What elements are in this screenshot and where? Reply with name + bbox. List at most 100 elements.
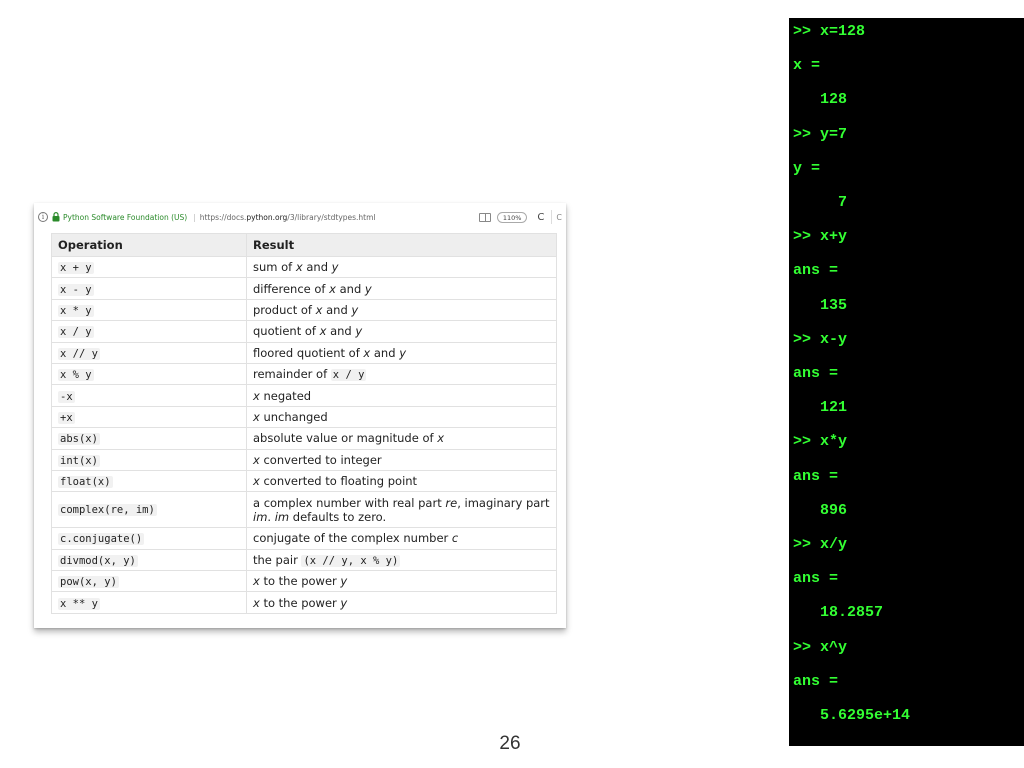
result-variable: im [274, 509, 290, 524]
operation-code: divmod(x, y) [58, 554, 138, 567]
terminal-output: 135 [793, 296, 848, 314]
table-header-row: Operation Result [51, 233, 557, 257]
result-text: converted to integer [259, 452, 382, 467]
next-tab-icon[interactable]: C [556, 213, 562, 222]
result-variable: y [331, 260, 339, 275]
url-field[interactable]: https://docs.python.org/3/library/stdtyp… [200, 213, 479, 222]
result-variable: x [253, 595, 260, 610]
python-docs-screenshot: i Python Software Foundation (US) | http… [34, 203, 566, 628]
terminal-output: ans = [793, 262, 839, 280]
result-variable: im [253, 509, 268, 524]
result-text: quotient of [253, 324, 320, 339]
reader-view-icon[interactable] [478, 212, 491, 222]
result-variable: y [340, 595, 348, 610]
result-text: negated [259, 388, 312, 403]
operation-cell: x ** y [51, 591, 247, 614]
operation-cell: +x [51, 405, 247, 429]
terminal-panel: >> x=128 x = 128 >> y=7 y = 7 >> x+y ans = 13… [789, 18, 1024, 746]
result-cell: absolute value or magnitude of x [246, 427, 557, 450]
result-cell: x to the power y [246, 570, 557, 593]
zoom-level-badge[interactable]: 110% [496, 211, 528, 223]
table-row: divmod(x, y) the pair (x // y, x % y) [51, 548, 557, 572]
toolbar-divider [551, 210, 553, 224]
result-cell: a complex number with real part re, imag… [246, 491, 557, 529]
url-host: python.org [246, 212, 288, 222]
operation-code: x * y [58, 304, 94, 317]
result-variable: re [445, 495, 458, 510]
operation-code: int(x) [58, 454, 100, 467]
operation-cell: x // y [51, 341, 247, 364]
header-operation: Operation [51, 233, 247, 257]
result-variable: x [253, 409, 260, 424]
operation-cell: x / y [51, 320, 247, 343]
result-text: to the power [259, 595, 341, 610]
result-text: and [370, 345, 400, 360]
operation-code: float(x) [58, 476, 113, 489]
operation-code: complex(re, im) [58, 504, 157, 517]
url-path: /3/library/stdtypes.html [287, 212, 376, 222]
terminal-output: y = [793, 159, 821, 177]
terminal-output: x = [793, 57, 821, 75]
operation-cell: abs(x) [51, 427, 247, 450]
table-row: c.conjugate() conjugate of the complex nu… [51, 527, 557, 550]
result-variable: x [437, 431, 444, 446]
result-text: converted to floating point [259, 474, 418, 489]
operation-code: x + y [58, 262, 94, 275]
operation-cell: x + y [51, 255, 247, 279]
result-variable: x [253, 452, 260, 467]
result-text: absolute value or magnitude of [253, 431, 438, 446]
operation-cell: pow(x, y) [51, 570, 247, 593]
table-row: abs(x) absolute value or magnitude of x [51, 427, 557, 450]
table-row: x // y floored quotient of x and y [51, 341, 557, 364]
operation-code: x // y [58, 347, 100, 360]
operation-cell: x * y [51, 298, 247, 322]
result-text: conjugate of the complex number [253, 531, 452, 546]
operation-code: -x [58, 390, 75, 403]
table-row: float(x) x converted to floating point [51, 469, 557, 493]
result-text: product of [253, 302, 316, 317]
info-icon[interactable]: i [38, 212, 48, 222]
terminal-output: ans = [793, 672, 839, 690]
result-cell: remainder of x / y [246, 362, 557, 386]
result-text: a complex number with real part [253, 495, 446, 510]
table-row: complex(re, im) a complex number with rea… [51, 491, 557, 529]
terminal-output: 7 [793, 194, 848, 211]
operation-code: x - y [58, 283, 94, 296]
table-row: pow(x, y) x to the power y [51, 570, 557, 593]
operation-code: pow(x, y) [58, 576, 119, 589]
result-variable: x [253, 388, 260, 403]
operation-code: x % y [58, 369, 94, 382]
table-row: -x x negated [51, 384, 557, 407]
result-text: and [335, 281, 365, 296]
result-cell: x converted to floating point [246, 469, 557, 493]
operation-code: abs(x) [58, 433, 100, 446]
terminal-output: 128 [793, 91, 848, 109]
reload-icon[interactable]: C [537, 212, 544, 223]
terminal-output: 5.6295e+14 [793, 707, 911, 724]
result-variable: y [399, 345, 406, 360]
result-text: and [322, 302, 352, 317]
terminal-command: >> x-y [793, 330, 848, 348]
site-identity[interactable]: Python Software Foundation (US) [63, 213, 187, 222]
table-row: x % y remainder of x / y [51, 362, 557, 386]
operation-code: c.conjugate() [58, 533, 145, 546]
result-variable: x [253, 574, 260, 589]
terminal-command: >> x*y [793, 433, 848, 451]
terminal-output: ans = [793, 365, 839, 382]
terminal-command: >> x^y [793, 638, 848, 656]
operation-cell: complex(re, im) [51, 491, 247, 529]
header-result: Result [246, 233, 557, 257]
operation-cell: float(x) [51, 469, 247, 493]
terminal-command: >> x=128 [793, 23, 866, 40]
result-cell: x to the power y [246, 591, 557, 614]
terminal-output: 121 [793, 399, 848, 417]
terminal-command: >> x/y [793, 536, 848, 553]
operation-cell: int(x) [51, 448, 247, 471]
operations-table: Operation Result x + y sum of x and yx - … [51, 233, 557, 614]
result-variable: x [329, 281, 336, 296]
terminal-command: >> y=7 [793, 125, 848, 143]
result-variable: y [364, 281, 372, 296]
result-variable: x [253, 474, 260, 489]
table-row: int(x) x converted to integer [51, 448, 557, 471]
table-row: +x x unchanged [51, 405, 557, 429]
